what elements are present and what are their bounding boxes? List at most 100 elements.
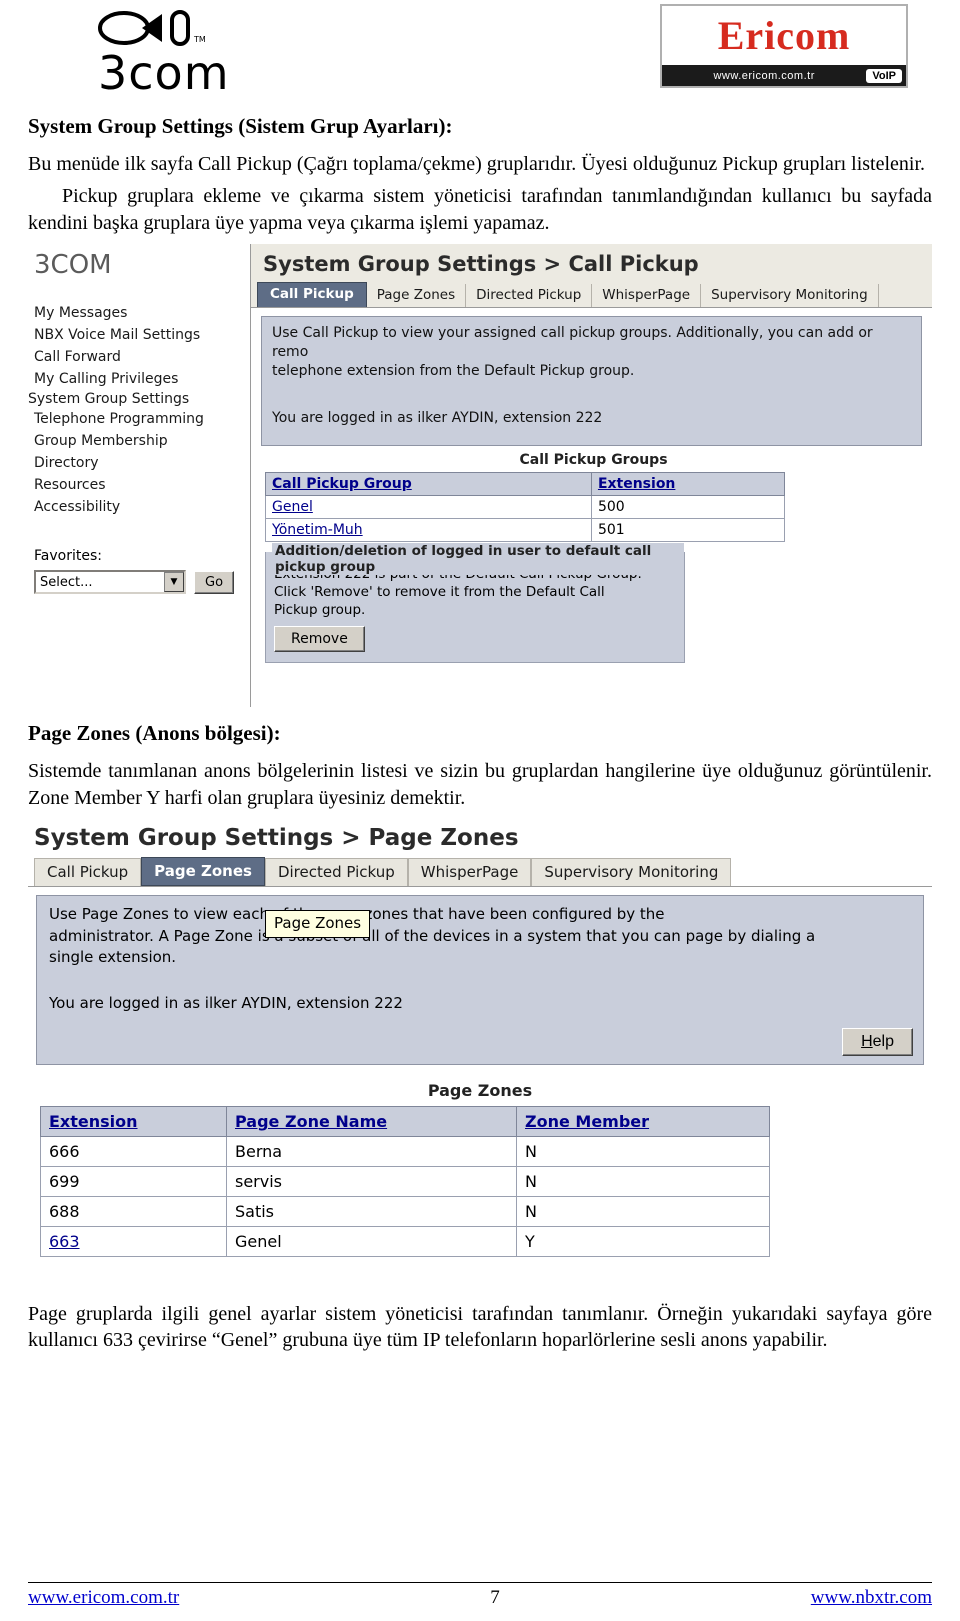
info-line-1: Use Call Pickup to view your assigned ca… bbox=[272, 325, 873, 361]
cell-zone-member: Y bbox=[516, 1225, 770, 1257]
favorites-label: Favorites: bbox=[34, 548, 102, 565]
fieldset-legend: Addition/deletion of logged in user to d… bbox=[272, 543, 684, 576]
table-row: 666 Berna N bbox=[40, 1135, 770, 1167]
tab-page-zones[interactable]: Page Zones bbox=[367, 284, 467, 308]
svg-text:TM: TM bbox=[193, 35, 206, 44]
tab-call-pickup[interactable]: Call Pickup bbox=[34, 857, 142, 886]
cell-extension[interactable]: 663 bbox=[40, 1225, 227, 1257]
table-header-row: Extension Page Zone Name Zone Member bbox=[40, 1105, 770, 1137]
section2-paragraph-1: Sistemde tanımlanan anons bölgelerinin l… bbox=[28, 760, 932, 809]
column-header-extension[interactable]: Extension bbox=[590, 472, 786, 497]
cell-zone-name: Berna bbox=[226, 1135, 517, 1167]
info-line-1: Use Page Zones to view each of the page … bbox=[49, 904, 665, 923]
info-line-2: administrator. A Page Zone is a subset o… bbox=[49, 926, 816, 945]
nbx-main-panel: System Group Settings > Call Pickup Call… bbox=[250, 244, 932, 708]
table-row: 699 servis N bbox=[40, 1165, 770, 1197]
sidebar-item-call-forward[interactable]: Call Forward bbox=[28, 346, 250, 368]
tab-page-zones[interactable]: Page Zones bbox=[141, 856, 265, 886]
fieldset-line-2: Click 'Remove' to remove it from the Def… bbox=[274, 584, 605, 601]
cell-extension: 501 bbox=[590, 518, 786, 543]
call-pickup-groups-table: Call Pickup Group Extension Genel 500 Yö… bbox=[265, 472, 786, 543]
tab-whisperpage[interactable]: WhisperPage bbox=[407, 857, 532, 886]
info-line-3: single extension. bbox=[49, 948, 177, 967]
nbx-tabbar: Call Pickup Page Zones Directed Pickup W… bbox=[251, 282, 932, 309]
sidebar-item-nbx-voice-mail-settings[interactable]: NBX Voice Mail Settings bbox=[28, 324, 250, 346]
column-header-extension[interactable]: Extension bbox=[40, 1105, 227, 1137]
favorites-go-button[interactable]: Go bbox=[194, 570, 235, 594]
table-row: 663 Genel Y bbox=[40, 1225, 770, 1257]
favorites-row: Select... ▼ Go bbox=[28, 570, 250, 595]
nbx-page-title-2: System Group Settings > Page Zones bbox=[34, 824, 519, 851]
fieldset-line-3: Pickup group. bbox=[274, 602, 366, 619]
ericom-logo-word: Ericom bbox=[717, 13, 851, 58]
cell-zone-name: Satis bbox=[226, 1195, 517, 1227]
tab-supervisory-monitoring[interactable]: Supervisory Monitoring bbox=[701, 284, 879, 308]
document-footer: www.ericom.com.tr 7 www.nbxtr.com bbox=[28, 1582, 932, 1609]
sidebar-item-accessibility[interactable]: Accessibility bbox=[28, 496, 250, 518]
default-pickup-group-fieldset: Addition/deletion of logged in user to d… bbox=[265, 543, 685, 664]
cell-zone-name: servis bbox=[226, 1165, 517, 1197]
section-title-page-zones: Page Zones (Anons bölgesi): bbox=[28, 721, 281, 746]
document-page: TM 3com Ericom www.ericom.com.tr VoIP Sy… bbox=[0, 0, 960, 1621]
cell-zone-member: N bbox=[516, 1165, 770, 1197]
logged-in-status: You are logged in as ilker AYDIN, extens… bbox=[272, 409, 603, 426]
favorites-select[interactable]: Select... ▼ bbox=[34, 570, 186, 595]
tab-directed-pickup[interactable]: Directed Pickup bbox=[466, 284, 593, 308]
tab-supervisory-monitoring[interactable]: Supervisory Monitoring bbox=[531, 857, 732, 886]
sidebar-item-my-calling-privileges[interactable]: My Calling Privileges bbox=[28, 368, 250, 390]
3com-logo-text: 3com bbox=[98, 46, 230, 100]
3com-logo-mark: TM bbox=[98, 8, 218, 48]
chevron-down-icon: ▼ bbox=[164, 572, 184, 593]
column-header-zone-member[interactable]: Zone Member bbox=[516, 1105, 770, 1137]
logged-in-status-2: You are logged in as ilker AYDIN, extens… bbox=[49, 994, 403, 1013]
ericom-logo: Ericom www.ericom.com.tr VoIP bbox=[660, 4, 908, 88]
footer-page-number: 7 bbox=[490, 1587, 500, 1608]
cell-zone-member: N bbox=[516, 1195, 770, 1227]
column-header-page-zone-name[interactable]: Page Zone Name bbox=[226, 1105, 517, 1137]
screenshot-call-pickup: 3COM My Messages NBX Voice Mail Settings… bbox=[28, 244, 932, 708]
nbx-info-panel-2: Use Page Zones to view each of the page … bbox=[36, 894, 924, 1065]
help-button[interactable]: Help bbox=[842, 1027, 913, 1056]
sidebar-item-telephone-programming[interactable]: Telephone Programming bbox=[28, 408, 250, 430]
sidebar-item-group-membership[interactable]: Group Membership bbox=[28, 430, 250, 452]
nbx-page-title: System Group Settings > Call Pickup bbox=[251, 244, 932, 283]
sidebar-item-system-group-settings-wrap: System Group Settings bbox=[28, 390, 250, 408]
tab-call-pickup[interactable]: Call Pickup bbox=[257, 282, 367, 308]
cell-extension: 666 bbox=[40, 1135, 227, 1167]
nbx-info-panel: Use Call Pickup to view your assigned ca… bbox=[261, 316, 922, 447]
cell-zone-name: Genel bbox=[226, 1225, 517, 1257]
section-title-system-group-settings: System Group Settings (Sistem Grup Ayarl… bbox=[28, 114, 453, 138]
remove-button[interactable]: Remove bbox=[274, 626, 365, 653]
sidebar-item-system-group-settings[interactable]: System Group Settings bbox=[28, 391, 189, 407]
favorites-select-value: Select... bbox=[40, 574, 93, 590]
page-zones-tooltip: Page Zones bbox=[265, 909, 371, 938]
call-pickup-groups-section: Call Pickup Groups Call Pickup Group Ext… bbox=[265, 452, 922, 543]
tab-directed-pickup[interactable]: Directed Pickup bbox=[264, 857, 408, 886]
sidebar-item-resources[interactable]: Resources bbox=[28, 474, 250, 496]
info-line-2: telephone extension from the Default Pic… bbox=[272, 362, 635, 379]
cell-extension: 699 bbox=[40, 1165, 227, 1197]
nbx-sidebar-brand: 3COM bbox=[34, 250, 112, 281]
section1-paragraph-1: Bu menüde ilk sayfa Call Pickup (Çağrı t… bbox=[28, 153, 926, 175]
cell-extension: 688 bbox=[40, 1195, 227, 1227]
cell-group-name[interactable]: Genel bbox=[265, 495, 592, 520]
table-row: 688 Satis N bbox=[40, 1195, 770, 1227]
cell-group-name[interactable]: Yönetim-Muh bbox=[265, 518, 592, 543]
sidebar-item-my-messages[interactable]: My Messages bbox=[28, 302, 250, 324]
column-header-call-pickup-group[interactable]: Call Pickup Group bbox=[265, 472, 592, 497]
ericom-logo-site: www.ericom.com.tr bbox=[713, 70, 815, 82]
help-button-label-rest: elp bbox=[872, 1032, 894, 1050]
section1-paragraph-2: Pickup gruplara ekleme ve çıkarma sistem… bbox=[28, 185, 932, 234]
table-row: Genel 500 bbox=[265, 495, 786, 520]
tab-whisperpage[interactable]: WhisperPage bbox=[592, 284, 702, 308]
page-zones-table-title: Page Zones bbox=[427, 1080, 533, 1100]
screenshot-page-zones: System Group Settings > Page Zones Call … bbox=[28, 818, 932, 1289]
3com-logo: TM 3com bbox=[62, 8, 262, 100]
sidebar-item-directory[interactable]: Directory bbox=[28, 452, 250, 474]
footer-link-nbxtr[interactable]: www.nbxtr.com bbox=[811, 1587, 932, 1609]
footer-link-ericom[interactable]: www.ericom.com.tr bbox=[28, 1587, 179, 1609]
document-header: TM 3com Ericom www.ericom.com.tr VoIP bbox=[28, 0, 932, 104]
page-zones-table: Extension Page Zone Name Zone Member 666… bbox=[40, 1105, 770, 1257]
nbx-tabbar-2: Call Pickup Page Zones Directed Pickup W… bbox=[28, 856, 932, 887]
table-header-row: Call Pickup Group Extension bbox=[265, 472, 786, 497]
